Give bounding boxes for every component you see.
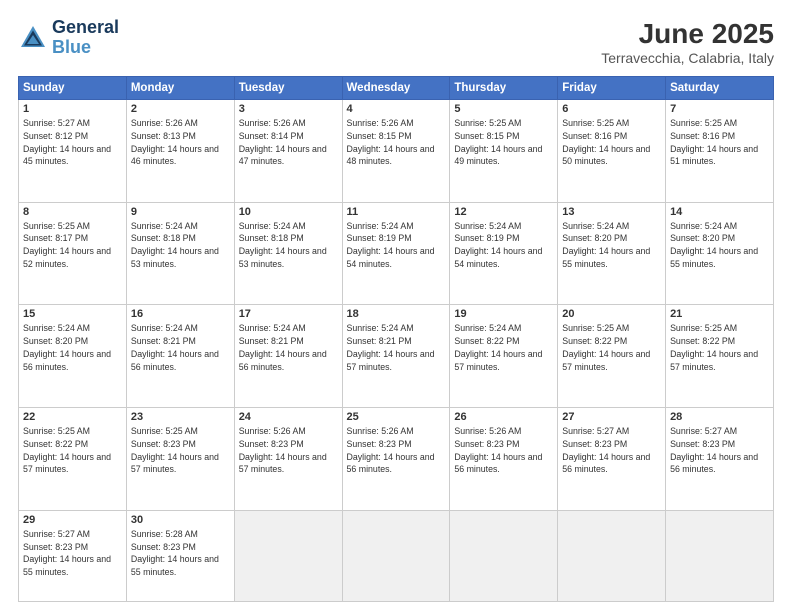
day-27: 27 Sunrise: 5:27 AMSunset: 8:23 PMDaylig… (558, 408, 666, 511)
day-8: 8 Sunrise: 5:25 AMSunset: 8:17 PMDayligh… (19, 202, 127, 305)
day-19: 19 Sunrise: 5:24 AMSunset: 8:22 PMDaylig… (450, 305, 558, 408)
table-row: 8 Sunrise: 5:25 AMSunset: 8:17 PMDayligh… (19, 202, 774, 305)
day-2: 2 Sunrise: 5:26 AMSunset: 8:13 PMDayligh… (126, 100, 234, 203)
day-28: 28 Sunrise: 5:27 AMSunset: 8:23 PMDaylig… (666, 408, 774, 511)
day-3: 3 Sunrise: 5:26 AMSunset: 8:14 PMDayligh… (234, 100, 342, 203)
day-14: 14 Sunrise: 5:24 AMSunset: 8:20 PMDaylig… (666, 202, 774, 305)
calendar-header-row: Sunday Monday Tuesday Wednesday Thursday… (19, 77, 774, 100)
day-5: 5 Sunrise: 5:25 AMSunset: 8:15 PMDayligh… (450, 100, 558, 203)
empty-cell (234, 510, 342, 601)
col-monday: Monday (126, 77, 234, 100)
day-9: 9 Sunrise: 5:24 AMSunset: 8:18 PMDayligh… (126, 202, 234, 305)
calendar-table: Sunday Monday Tuesday Wednesday Thursday… (18, 76, 774, 602)
page: GeneralBlue June 2025 Terravecchia, Cala… (0, 0, 792, 612)
month-title: June 2025 (601, 18, 774, 50)
day-16: 16 Sunrise: 5:24 AMSunset: 8:21 PMDaylig… (126, 305, 234, 408)
logo-blue: Blue (52, 37, 91, 57)
table-row: 22 Sunrise: 5:25 AMSunset: 8:22 PMDaylig… (19, 408, 774, 511)
day-4: 4 Sunrise: 5:26 AMSunset: 8:15 PMDayligh… (342, 100, 450, 203)
day-25: 25 Sunrise: 5:26 AMSunset: 8:23 PMDaylig… (342, 408, 450, 511)
day-22: 22 Sunrise: 5:25 AMSunset: 8:22 PMDaylig… (19, 408, 127, 511)
col-friday: Friday (558, 77, 666, 100)
table-row: 15 Sunrise: 5:24 AMSunset: 8:20 PMDaylig… (19, 305, 774, 408)
day-17: 17 Sunrise: 5:24 AMSunset: 8:21 PMDaylig… (234, 305, 342, 408)
logo-text: GeneralBlue (52, 18, 119, 58)
day-15: 15 Sunrise: 5:24 AMSunset: 8:20 PMDaylig… (19, 305, 127, 408)
title-block: June 2025 Terravecchia, Calabria, Italy (601, 18, 774, 66)
col-tuesday: Tuesday (234, 77, 342, 100)
empty-cell (342, 510, 450, 601)
table-row: 29 Sunrise: 5:27 AMSunset: 8:23 PMDaylig… (19, 510, 774, 601)
col-saturday: Saturday (666, 77, 774, 100)
day-18: 18 Sunrise: 5:24 AMSunset: 8:21 PMDaylig… (342, 305, 450, 408)
day-29: 29 Sunrise: 5:27 AMSunset: 8:23 PMDaylig… (19, 510, 127, 601)
col-wednesday: Wednesday (342, 77, 450, 100)
location-title: Terravecchia, Calabria, Italy (601, 50, 774, 66)
day-12: 12 Sunrise: 5:24 AMSunset: 8:19 PMDaylig… (450, 202, 558, 305)
logo: GeneralBlue (18, 18, 119, 58)
day-26: 26 Sunrise: 5:26 AMSunset: 8:23 PMDaylig… (450, 408, 558, 511)
day-1: 1 Sunrise: 5:27 AMSunset: 8:12 PMDayligh… (19, 100, 127, 203)
day-10: 10 Sunrise: 5:24 AMSunset: 8:18 PMDaylig… (234, 202, 342, 305)
day-13: 13 Sunrise: 5:24 AMSunset: 8:20 PMDaylig… (558, 202, 666, 305)
col-thursday: Thursday (450, 77, 558, 100)
day-20: 20 Sunrise: 5:25 AMSunset: 8:22 PMDaylig… (558, 305, 666, 408)
header: GeneralBlue June 2025 Terravecchia, Cala… (18, 18, 774, 66)
day-23: 23 Sunrise: 5:25 AMSunset: 8:23 PMDaylig… (126, 408, 234, 511)
day-6: 6 Sunrise: 5:25 AMSunset: 8:16 PMDayligh… (558, 100, 666, 203)
col-sunday: Sunday (19, 77, 127, 100)
empty-cell (666, 510, 774, 601)
day-11: 11 Sunrise: 5:24 AMSunset: 8:19 PMDaylig… (342, 202, 450, 305)
empty-cell (450, 510, 558, 601)
empty-cell (558, 510, 666, 601)
day-24: 24 Sunrise: 5:26 AMSunset: 8:23 PMDaylig… (234, 408, 342, 511)
day-30: 30 Sunrise: 5:28 AMSunset: 8:23 PMDaylig… (126, 510, 234, 601)
logo-icon (18, 23, 48, 53)
day-21: 21 Sunrise: 5:25 AMSunset: 8:22 PMDaylig… (666, 305, 774, 408)
table-row: 1 Sunrise: 5:27 AMSunset: 8:12 PMDayligh… (19, 100, 774, 203)
day-7: 7 Sunrise: 5:25 AMSunset: 8:16 PMDayligh… (666, 100, 774, 203)
